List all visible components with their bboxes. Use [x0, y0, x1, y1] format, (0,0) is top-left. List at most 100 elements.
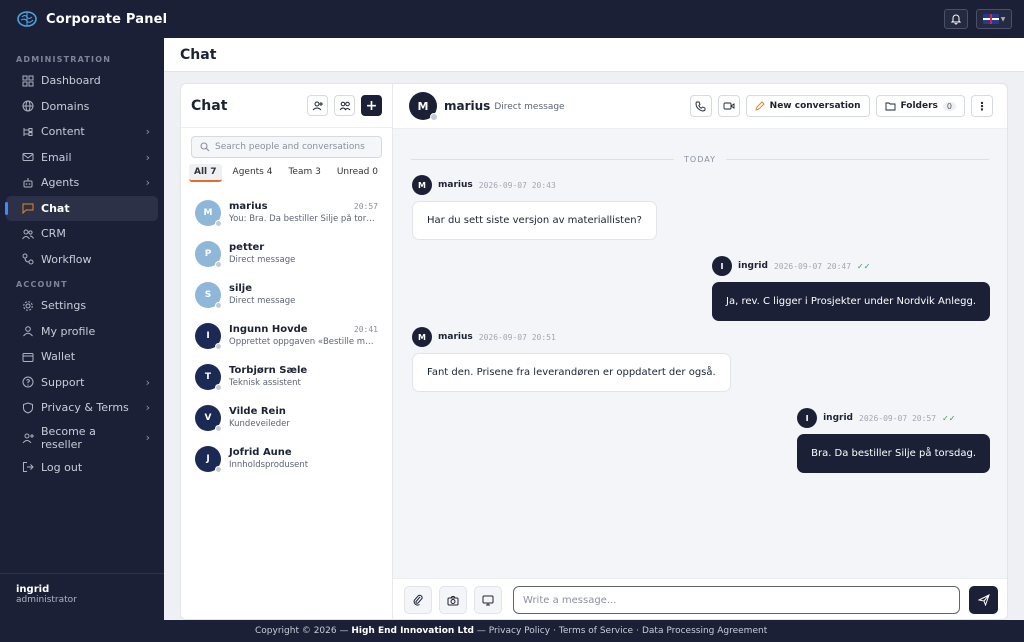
sidebar-item-content[interactable]: Content ›: [0, 119, 164, 145]
sidebar-item-privacy-terms[interactable]: Privacy & Terms ›: [0, 395, 164, 421]
chat-list-title: Chat: [191, 97, 228, 114]
sidebar-item-agents[interactable]: Agents ›: [0, 170, 164, 196]
presence-dot: [215, 383, 222, 391]
conversation-item[interactable]: J Jofrid Aune Innholdsprodusent: [181, 438, 392, 479]
plus-icon: +: [365, 97, 378, 114]
presence-dot: [215, 219, 222, 227]
message-input[interactable]: [513, 586, 960, 614]
conversation-name: silje: [229, 283, 253, 294]
chevron-right-icon: ›: [145, 150, 150, 164]
sidebar-item-become-a-reseller[interactable]: Become a reseller ›: [0, 421, 164, 455]
conversation-item[interactable]: V Vilde Rein Kundeveileder: [181, 397, 392, 438]
read-receipt-icon: ✓✓: [942, 413, 956, 423]
filter-tab[interactable]: Agents 4: [228, 164, 278, 182]
notifications-button[interactable]: [944, 9, 968, 29]
sidebar-item-label: Agents: [41, 176, 80, 190]
sidebar-item-label: Privacy & Terms: [41, 401, 129, 415]
avatar: M: [412, 327, 432, 347]
privacy-policy-link[interactable]: Privacy Policy: [489, 626, 550, 636]
sidebar-item-label: Content: [41, 125, 85, 139]
sidebar-item-wallet[interactable]: Wallet: [0, 344, 164, 370]
conversation-name: Ingunn Hovde: [229, 324, 308, 335]
chevron-right-icon: ›: [145, 125, 150, 139]
more-options-button[interactable]: ⋮: [971, 95, 993, 117]
conversation-panel: M marius Direct message New conversation…: [393, 84, 1007, 619]
chat-icon: [22, 202, 34, 215]
app-title: Corporate Panel: [46, 11, 168, 27]
presence-dot: [215, 301, 222, 309]
sidebar-item-email[interactable]: Email ›: [0, 145, 164, 171]
sidebar-item-dashboard[interactable]: Dashboard: [0, 68, 164, 94]
kebab-menu-icon: ⋮: [976, 99, 988, 113]
language-selector[interactable]: ▼: [976, 9, 1012, 29]
filter-tab[interactable]: Unread 0: [332, 164, 383, 182]
conversation-name: Vilde Rein: [229, 406, 286, 417]
filter-tab[interactable]: Team 3: [283, 164, 325, 182]
avatar: I: [797, 408, 818, 428]
sidebar-item-label: Log out: [41, 460, 83, 474]
new-chat-button[interactable]: +: [361, 95, 382, 116]
sidebar-user[interactable]: ingrid administrator: [0, 573, 164, 620]
folder-icon: [885, 102, 895, 111]
content-icon: [22, 126, 34, 138]
video-call-button[interactable]: [717, 95, 740, 117]
conversation-item[interactable]: Ppetter Direct message: [181, 233, 392, 274]
sidebar-section-administration: ADMINISTRATION: [16, 54, 112, 64]
sidebar-item-label: Chat: [41, 201, 70, 215]
send-icon: [977, 594, 990, 606]
sidebar-item-label: CRM: [41, 227, 66, 241]
sidebar-item-log-out[interactable]: Log out: [0, 455, 164, 481]
folders-button[interactable]: Folders 0: [875, 95, 965, 117]
sidebar-item-crm[interactable]: CRM: [0, 221, 164, 247]
sidebar-item-my-profile[interactable]: My profile: [0, 319, 164, 345]
message-author: marius: [438, 180, 473, 190]
search-box[interactable]: [191, 136, 382, 158]
camera-button[interactable]: [439, 586, 467, 614]
sidebar-item-workflow[interactable]: Workflow: [0, 247, 164, 273]
chevron-right-icon: ›: [145, 176, 150, 190]
send-button[interactable]: [969, 586, 998, 614]
sidebar-item-label: Domains: [41, 99, 90, 113]
day-divider: TODAY: [411, 153, 990, 165]
conversation-preview: Direct message: [229, 255, 296, 265]
sidebar-item-label: Dashboard: [41, 74, 101, 88]
mail-icon: [22, 151, 34, 163]
conversation-item[interactable]: T Torbjørn Sæle Teknisk assistent: [181, 356, 392, 397]
brain-logo-icon: [17, 11, 37, 27]
attach-button[interactable]: [404, 586, 432, 614]
sidebar-item-domains[interactable]: Domains: [0, 94, 164, 120]
avatar: M: [409, 92, 438, 121]
sidebar-item-settings[interactable]: Settings: [0, 293, 164, 319]
conversation-item[interactable]: I Ingunn Hovde 20:41 Opprettet oppgaven «Be…: [181, 315, 392, 356]
sidebar-item-support[interactable]: Support ›: [0, 370, 164, 396]
screen-share-button[interactable]: [474, 586, 502, 614]
footer-copyright: Copyright © 2026 —: [255, 626, 349, 636]
conversation-item[interactable]: Ssilje Direct message: [181, 274, 392, 315]
conversation-item[interactable]: Mmarius 20:57 You: Bra. Da bestiller Silje…: [181, 192, 392, 233]
presence-dot: [430, 113, 438, 121]
avatar: V: [195, 404, 222, 432]
filter-tab[interactable]: All 7: [189, 164, 222, 182]
call-button[interactable]: [689, 95, 712, 117]
user-role: administrator: [16, 595, 77, 605]
terms-of-service-link[interactable]: Terms of Service: [559, 626, 633, 636]
new-conversation-button[interactable]: New conversation: [745, 95, 870, 117]
agents-button[interactable]: [334, 95, 355, 116]
data-processing-agreement-link[interactable]: Data Processing Agreement: [642, 626, 767, 636]
add-user-icon: [22, 432, 34, 444]
sidebar-item-chat[interactable]: Chat: [5, 195, 158, 221]
message-composer: [393, 578, 1007, 619]
sidebar-item-label: Become a reseller: [41, 424, 96, 451]
search-input[interactable]: [215, 142, 375, 152]
conversation-preview: Teknisk assistent: [229, 378, 301, 388]
add-person-button[interactable]: [307, 95, 328, 116]
folders-count-badge: 0: [942, 101, 956, 111]
phone-icon: [695, 101, 706, 111]
conversation-name: Torbjørn Sæle: [229, 365, 308, 376]
message-area: TODAY Mmarius 2026-09-07 20:43 Har du sett…: [393, 129, 1007, 578]
pencil-icon: [754, 101, 765, 111]
avatar: P: [195, 240, 222, 268]
conversation-preview: Kundeveileder: [229, 419, 290, 429]
chevron-down-icon: ▼: [1000, 15, 1006, 23]
read-receipt-icon: ✓✓: [857, 261, 871, 271]
